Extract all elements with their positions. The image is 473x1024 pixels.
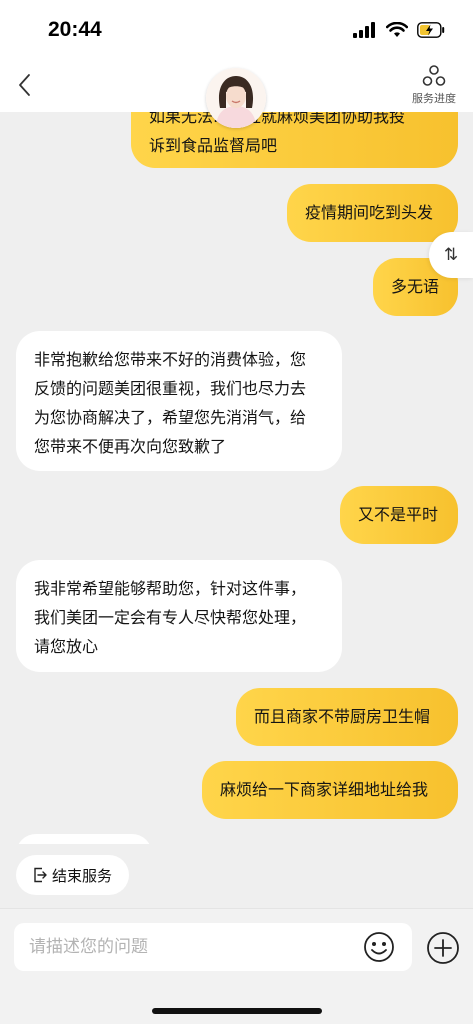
message-line: 请您放心 [34, 637, 99, 656]
message-bubble-incoming: 非常抱歉给您带来不好的消费体验，您 反馈的问题美团很重视，我们也尽力去 为您协商… [16, 331, 342, 471]
message-line: 为您协商解决了，希望您先消消气，给 [34, 408, 307, 427]
home-indicator [152, 1008, 322, 1014]
service-progress-label: 服务进度 [412, 92, 456, 105]
message-bubble-outgoing: 疫情期间吃到头发 [287, 184, 458, 242]
back-button[interactable] [12, 68, 42, 102]
chevron-left-icon [19, 74, 30, 96]
service-progress-icon [422, 65, 446, 86]
plus-circle-icon [427, 932, 459, 964]
message-line: 麻烦给一下商家详细地址给我 [220, 780, 429, 799]
message-bubble-incoming: 我非常希望能够帮助您，针对这件事， 我们美团一定会有专人尽快帮您处理， 请您放心 [16, 560, 342, 672]
message-line: 非常抱歉给您带来不好的消费体验，您 [34, 350, 307, 369]
message-line: 而且商家不带厨房卫生帽 [254, 707, 431, 726]
message-line: 如果无法……位就麻烦美团协助我投 [149, 112, 406, 126]
message-bubble-outgoing: 而且商家不带厨房卫生帽 [236, 688, 458, 746]
message-line: 又不是平时 [358, 505, 439, 524]
message-line: 疫情期间吃到头发 [305, 203, 434, 222]
swap-vertical-icon: ⇅ [443, 245, 459, 265]
message-bubble-outgoing: 如果无法……位就麻烦美团协助我投 诉到食品监督局吧 [131, 112, 458, 168]
status-time: 20:44 [48, 18, 102, 41]
message-line: 多无语 [391, 277, 440, 296]
message-line: 我非常希望能够帮助您，针对这件事， [34, 579, 307, 598]
service-progress-button[interactable]: 服务进度 [407, 64, 461, 110]
status-icons [353, 22, 445, 38]
message-bubble-incoming-partial [16, 834, 152, 844]
message-line: 我们美团一定会有专人尽快帮您处理， [34, 608, 307, 627]
signal-icon [353, 22, 375, 38]
message-line: 诉到食品监督局吧 [149, 136, 278, 155]
wifi-icon [386, 22, 408, 37]
message-bubble-outgoing: 又不是平时 [340, 486, 458, 544]
message-input[interactable] [29, 923, 359, 971]
chat-area[interactable]: 如果无法……位就麻烦美团协助我投 诉到食品监督局吧 疫情期间吃到头发 多无语 非… [0, 112, 473, 844]
message-line: 您带来不便再次向您致歉了 [34, 437, 227, 456]
agent-portrait-icon [206, 68, 266, 128]
battery-charging-icon [417, 22, 445, 38]
scroll-toggle-button[interactable]: ⇅ [429, 232, 473, 278]
agent-avatar[interactable] [206, 68, 266, 128]
emoji-button[interactable] [363, 931, 395, 963]
message-line: 反馈的问题美团很重视，我们也尽力去 [34, 379, 307, 398]
more-button[interactable] [426, 931, 460, 965]
emoji-icon [364, 932, 394, 962]
message-bubble-outgoing: 麻烦给一下商家详细地址给我 [202, 761, 458, 819]
input-box [14, 923, 412, 971]
end-service-button[interactable]: 结束服务 [16, 855, 129, 895]
exit-icon [34, 867, 47, 883]
status-bar: 20:44 [0, 0, 473, 60]
input-bar [0, 908, 473, 1024]
end-service-label: 结束服务 [51, 866, 112, 885]
